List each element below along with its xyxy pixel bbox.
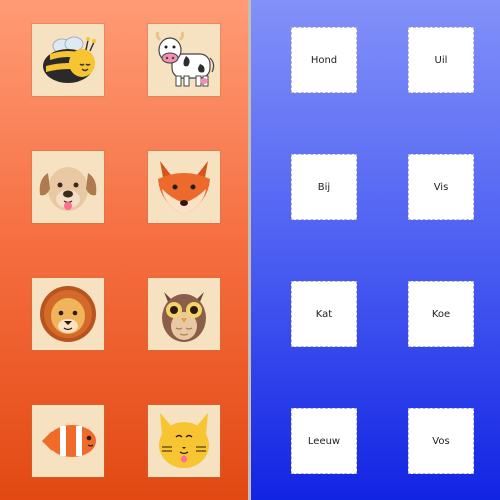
word-drop-box-vis[interactable]: Vis: [408, 154, 474, 220]
word-drop-box-bij[interactable]: Bij: [291, 154, 357, 220]
word-label: Kat: [315, 308, 333, 320]
owl-icon: [162, 292, 206, 342]
lion-icon: [40, 286, 96, 342]
animal-card-dog[interactable]: [32, 151, 104, 223]
word-label: Uil: [434, 54, 448, 66]
cat-icon: [159, 413, 209, 468]
animal-card-bee[interactable]: [32, 24, 104, 96]
word-label: Vis: [433, 181, 449, 193]
animal-card-fox[interactable]: [148, 151, 220, 223]
animal-card-cow[interactable]: [148, 24, 220, 96]
word-drop-box-leeuw[interactable]: Leeuw: [291, 408, 357, 474]
word-drop-box-kat[interactable]: Kat: [291, 281, 357, 347]
word-label: Koe: [431, 308, 451, 320]
word-drop-box-uil[interactable]: Uil: [408, 27, 474, 93]
bee-icon: [43, 36, 96, 83]
animal-card-lion[interactable]: [32, 278, 104, 350]
animal-card-owl[interactable]: [148, 278, 220, 350]
fox-icon: [158, 161, 210, 215]
word-label: Vos: [432, 435, 450, 447]
word-drop-box-hond[interactable]: Hond: [291, 27, 357, 93]
animal-card-fish[interactable]: [32, 405, 104, 477]
word-label: Bij: [317, 181, 331, 193]
word-label: Hond: [310, 54, 338, 66]
word-drop-box-vos[interactable]: Vos: [408, 408, 474, 474]
fish-icon: [42, 425, 96, 457]
word-drop-box-koe[interactable]: Koe: [408, 281, 474, 347]
cow-icon: [155, 31, 215, 87]
word-label: Leeuw: [307, 435, 341, 447]
dog-icon: [39, 167, 97, 211]
animal-card-cat[interactable]: [148, 405, 220, 477]
